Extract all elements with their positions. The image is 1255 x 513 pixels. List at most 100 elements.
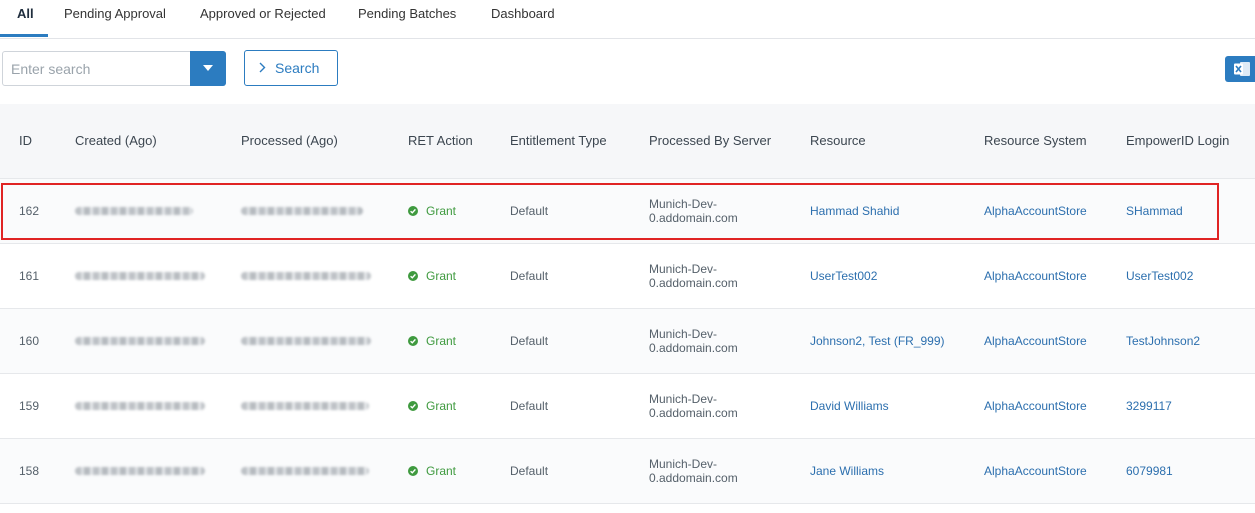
tab-pending-approval[interactable]: Pending Approval bbox=[64, 0, 166, 36]
table-row[interactable]: 162 Grant Default Munich-Dev- 0.addomain.com… bbox=[0, 179, 1255, 244]
cell-created-redacted bbox=[75, 179, 193, 243]
server-name-line: 0.addomain.com bbox=[649, 406, 738, 420]
cell-id: 162 bbox=[19, 204, 40, 218]
table-row[interactable]: 160 Grant Default Munich-Dev- 0.addomain.com… bbox=[0, 309, 1255, 374]
tab-pending-batches[interactable]: Pending Batches bbox=[358, 0, 456, 36]
server-name-line: 0.addomain.com bbox=[649, 471, 738, 485]
column-header-entitlement-type[interactable]: Entitlement Type bbox=[510, 104, 607, 178]
cell-created-redacted bbox=[75, 374, 205, 438]
cell-processed-redacted bbox=[241, 439, 369, 503]
cell-processed-by-server: Munich-Dev- 0.addomain.com bbox=[649, 439, 769, 503]
ret-action-label: Grant bbox=[426, 464, 457, 478]
redacted-text bbox=[241, 207, 363, 215]
column-header-resource-system[interactable]: Resource System bbox=[984, 104, 1087, 178]
excel-icon bbox=[1234, 62, 1250, 76]
ret-action-label: Grant bbox=[426, 334, 457, 348]
server-name-line: Munich-Dev- bbox=[649, 327, 718, 341]
check-circle-icon bbox=[408, 401, 418, 411]
check-circle-icon bbox=[408, 336, 418, 346]
tab-approved-or-rejected[interactable]: Approved or Rejected bbox=[200, 0, 326, 36]
redacted-text bbox=[75, 337, 205, 345]
ret-action-label: Grant bbox=[426, 269, 457, 283]
cell-created-redacted bbox=[75, 439, 205, 503]
redacted-text bbox=[75, 272, 205, 280]
server-name-line: Munich-Dev- bbox=[649, 457, 718, 471]
cell-processed-redacted bbox=[241, 309, 371, 373]
check-circle-icon bbox=[408, 271, 418, 281]
chevron-right-icon bbox=[259, 62, 266, 73]
search-button[interactable]: Search bbox=[244, 50, 338, 86]
active-tab-indicator bbox=[0, 34, 48, 37]
column-header-processed-by-server[interactable]: Processed By Server bbox=[649, 104, 771, 178]
search-options-dropdown[interactable] bbox=[190, 51, 226, 86]
cell-resource-system-link[interactable]: AlphaAccountStore bbox=[984, 374, 1087, 438]
cell-processed-redacted bbox=[241, 374, 369, 438]
tab-dashboard[interactable]: Dashboard bbox=[491, 0, 555, 36]
cell-resource-system-link[interactable]: AlphaAccountStore bbox=[984, 439, 1087, 503]
cell-processed-redacted bbox=[241, 179, 363, 243]
cell-resource-system-link[interactable]: AlphaAccountStore bbox=[984, 179, 1087, 243]
cell-empowerid-login-link[interactable]: 3299117 bbox=[1126, 374, 1172, 438]
tab-all[interactable]: All bbox=[17, 0, 34, 36]
cell-resource-link[interactable]: UserTest002 bbox=[810, 244, 877, 308]
redacted-text bbox=[75, 207, 193, 215]
cell-resource-link[interactable]: Jane Williams bbox=[810, 439, 884, 503]
column-header-created[interactable]: Created (Ago) bbox=[75, 104, 157, 178]
cell-entitlement-type: Default bbox=[510, 204, 549, 218]
server-name-line: Munich-Dev- bbox=[649, 392, 718, 406]
cell-id: 160 bbox=[19, 334, 40, 348]
cell-processed-redacted bbox=[241, 244, 371, 308]
cell-empowerid-login-link[interactable]: SHammad bbox=[1126, 179, 1183, 243]
search-box bbox=[2, 51, 226, 86]
redacted-text bbox=[241, 272, 371, 280]
cell-resource-system-link[interactable]: AlphaAccountStore bbox=[984, 309, 1087, 373]
redacted-text bbox=[241, 337, 371, 345]
column-header-resource[interactable]: Resource bbox=[810, 104, 866, 178]
cell-ret-action: Grant bbox=[408, 374, 456, 438]
table-row[interactable]: 159 Grant Default Munich-Dev- 0.addomain.com… bbox=[0, 374, 1255, 439]
cell-ret-action: Grant bbox=[408, 309, 456, 373]
cell-empowerid-login-link[interactable]: UserTest002 bbox=[1126, 244, 1193, 308]
redacted-text bbox=[75, 402, 205, 410]
cell-processed-by-server: Munich-Dev- 0.addomain.com bbox=[649, 244, 769, 308]
ret-action-label: Grant bbox=[426, 204, 457, 218]
cell-processed-by-server: Munich-Dev- 0.addomain.com bbox=[649, 179, 769, 243]
server-name-line: 0.addomain.com bbox=[649, 276, 738, 290]
cell-id: 161 bbox=[19, 269, 40, 283]
cell-empowerid-login-link[interactable]: 6079981 bbox=[1126, 439, 1173, 503]
cell-processed-by-server: Munich-Dev- 0.addomain.com bbox=[649, 374, 769, 438]
check-circle-icon bbox=[408, 466, 418, 476]
cell-empowerid-login-link[interactable]: TestJohnson2 bbox=[1126, 309, 1200, 373]
search-input[interactable] bbox=[3, 52, 191, 85]
table-header: ID Created (Ago) Processed (Ago) RET Act… bbox=[0, 104, 1255, 179]
cell-created-redacted bbox=[75, 309, 205, 373]
cell-ret-action: Grant bbox=[408, 439, 456, 503]
cell-id: 159 bbox=[19, 399, 40, 413]
cell-entitlement-type: Default bbox=[510, 464, 549, 478]
column-header-empowerid-login[interactable]: EmpowerID Login bbox=[1126, 104, 1229, 178]
ret-action-label: Grant bbox=[426, 399, 457, 413]
server-name-line: Munich-Dev- bbox=[649, 262, 718, 276]
column-header-ret-action[interactable]: RET Action bbox=[408, 104, 473, 178]
cell-ret-action: Grant bbox=[408, 179, 456, 243]
cell-processed-by-server: Munich-Dev- 0.addomain.com bbox=[649, 309, 769, 373]
table-row[interactable]: 161 Grant Default Munich-Dev- 0.addomain.com… bbox=[0, 244, 1255, 309]
column-header-id[interactable]: ID bbox=[19, 104, 32, 178]
table-row[interactable]: 158 Grant Default Munich-Dev- 0.addomain.com… bbox=[0, 439, 1255, 504]
redacted-text bbox=[241, 402, 369, 410]
redacted-text bbox=[75, 467, 205, 475]
cell-id: 158 bbox=[19, 464, 40, 478]
cell-entitlement-type: Default bbox=[510, 399, 549, 413]
server-name-line: Munich-Dev- bbox=[649, 197, 718, 211]
cell-entitlement-type: Default bbox=[510, 334, 549, 348]
cell-resource-link[interactable]: Johnson2, Test (FR_999) bbox=[810, 309, 945, 373]
server-name-line: 0.addomain.com bbox=[649, 211, 738, 225]
cell-resource-system-link[interactable]: AlphaAccountStore bbox=[984, 244, 1087, 308]
search-button-label: Search bbox=[275, 60, 320, 76]
cell-entitlement-type: Default bbox=[510, 269, 549, 283]
column-header-processed[interactable]: Processed (Ago) bbox=[241, 104, 338, 178]
export-excel-button[interactable] bbox=[1225, 56, 1255, 82]
cell-resource-link[interactable]: David Williams bbox=[810, 374, 889, 438]
cell-ret-action: Grant bbox=[408, 244, 456, 308]
cell-resource-link[interactable]: Hammad Shahid bbox=[810, 179, 899, 243]
